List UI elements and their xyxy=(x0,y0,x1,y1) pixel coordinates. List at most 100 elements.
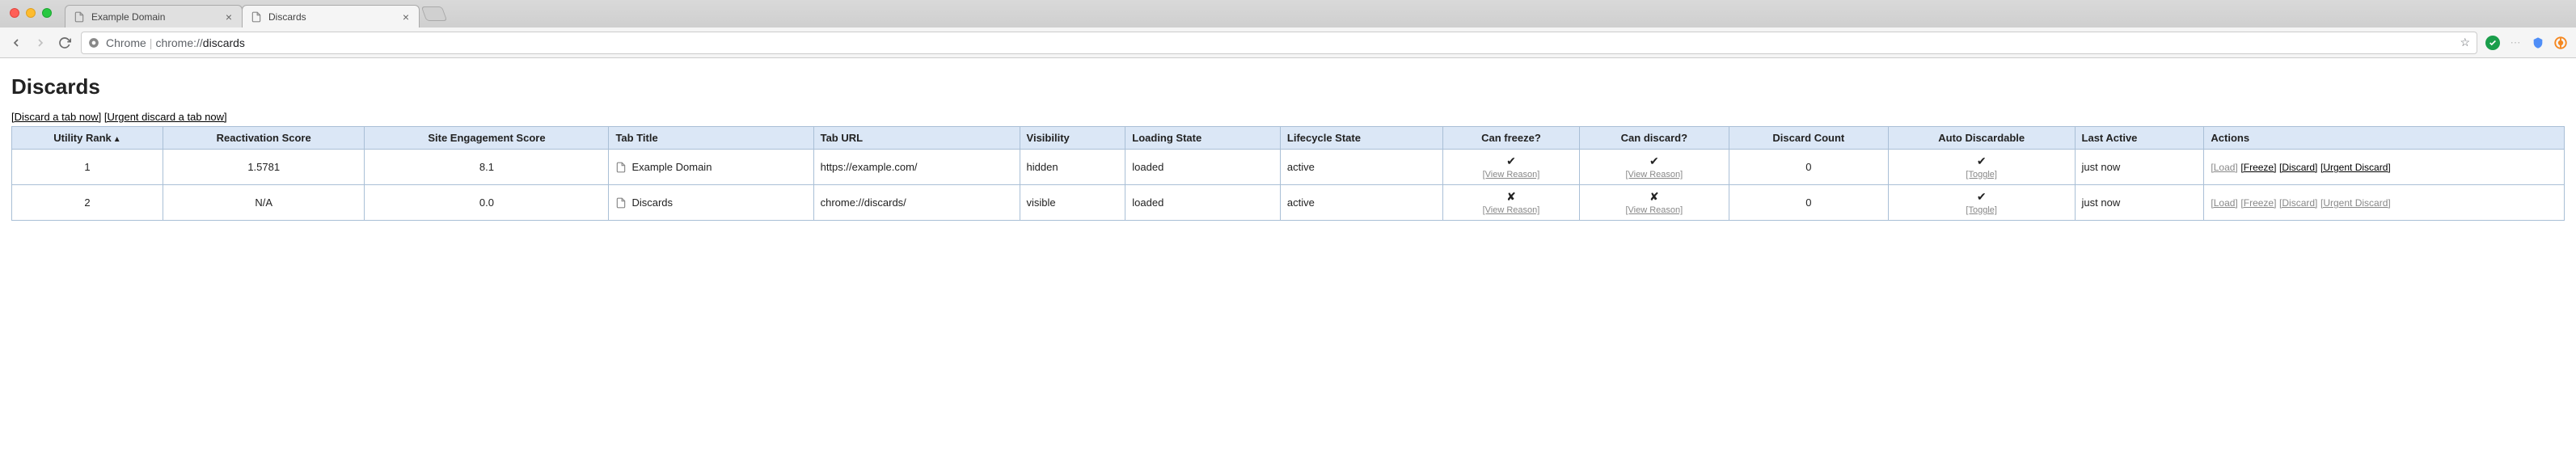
tab-title: Discards xyxy=(268,11,306,23)
cell-engagement: 0.0 xyxy=(365,185,609,221)
cell-title: Discards xyxy=(609,185,813,221)
top-action-links: [Discard a tab now] [Urgent discard a ta… xyxy=(11,111,2565,123)
view-reason-link[interactable]: [View Reason] xyxy=(1450,205,1573,215)
chrome-icon xyxy=(88,37,99,49)
cell-last-active: just now xyxy=(2075,185,2204,221)
toggle-link[interactable]: [Toggle] xyxy=(1895,170,2068,179)
bookmark-star-icon[interactable]: ☆ xyxy=(2460,36,2470,49)
extension-icon[interactable]: ⋯ xyxy=(2508,36,2523,50)
toolbar: Chrome | chrome://discards ☆ ⋯ xyxy=(0,27,2576,58)
maximize-window-button[interactable] xyxy=(42,8,52,18)
cell-auto-discardable: ✔ [Toggle] xyxy=(1888,150,2075,185)
view-reason-link[interactable]: [View Reason] xyxy=(1586,205,1722,215)
address-bar[interactable]: Chrome | chrome://discards ☆ xyxy=(81,32,2477,54)
cell-url: chrome://discards/ xyxy=(813,185,1020,221)
col-reactivation-score[interactable]: Reactivation Score xyxy=(163,127,365,150)
url-separator: | xyxy=(150,36,153,49)
check-icon: ✔ xyxy=(1649,154,1659,167)
col-auto-discardable[interactable]: Auto Discardable xyxy=(1888,127,2075,150)
browser-tab-1[interactable]: Discards × xyxy=(242,5,420,27)
col-site-engagement[interactable]: Site Engagement Score xyxy=(365,127,609,150)
url-path: discards xyxy=(203,36,245,49)
cell-last-active: just now xyxy=(2075,150,2204,185)
row-action-link: [Discard] xyxy=(2279,197,2317,209)
page-icon xyxy=(615,162,627,173)
urgent-discard-tab-now-link[interactable]: [Urgent discard a tab now] xyxy=(104,111,227,123)
cell-discard-count: 0 xyxy=(1729,185,1888,221)
col-actions[interactable]: Actions xyxy=(2204,127,2565,150)
cell-loading: loaded xyxy=(1125,150,1281,185)
row-action-link: [Load] xyxy=(2211,197,2237,209)
check-icon: ✔ xyxy=(1506,154,1516,167)
page-icon xyxy=(615,197,627,209)
row-action-link[interactable]: [Freeze] xyxy=(2240,162,2276,173)
cell-actions: [Load] [Freeze] [Discard] [Urgent Discar… xyxy=(2204,150,2565,185)
page-icon xyxy=(74,11,85,23)
col-loading-state[interactable]: Loading State xyxy=(1125,127,1281,150)
row-action-link[interactable]: [Discard] xyxy=(2279,162,2317,173)
col-tab-url[interactable]: Tab URL xyxy=(813,127,1020,150)
row-action-link: [Urgent Discard] xyxy=(2321,197,2391,209)
cell-url: https://example.com/ xyxy=(813,150,1020,185)
cell-auto-discardable: ✔ [Toggle] xyxy=(1888,185,2075,221)
col-discard-count[interactable]: Discard Count xyxy=(1729,127,1888,150)
discards-table: Utility Rank Reactivation Score Site Eng… xyxy=(11,126,2565,221)
view-reason-link[interactable]: [View Reason] xyxy=(1586,170,1722,179)
forward-button[interactable] xyxy=(32,35,49,51)
extension-icon[interactable] xyxy=(2531,36,2545,50)
check-icon: ✘ xyxy=(1649,190,1659,203)
cell-title: Example Domain xyxy=(609,150,813,185)
check-icon: ✔ xyxy=(1977,190,1987,203)
discard-tab-now-link[interactable]: [Discard a tab now] xyxy=(11,111,101,123)
extension-icon[interactable] xyxy=(2485,36,2500,50)
row-action-link[interactable]: [Urgent Discard] xyxy=(2321,162,2391,173)
cell-title-text: Discards xyxy=(631,196,673,209)
col-can-freeze[interactable]: Can freeze? xyxy=(1443,127,1580,150)
tab-strip: Example Domain × Discards × xyxy=(0,0,2576,27)
cell-can-freeze: ✘ [View Reason] xyxy=(1443,185,1580,221)
url-scheme: Chrome xyxy=(106,36,146,49)
browser-tab-0[interactable]: Example Domain × xyxy=(65,5,243,27)
col-can-discard[interactable]: Can discard? xyxy=(1579,127,1729,150)
cell-rank: 2 xyxy=(12,185,163,221)
tab-title: Example Domain xyxy=(91,11,165,23)
table-row: 1 1.5781 8.1 Example Domain https://exam… xyxy=(12,150,2565,185)
close-tab-button[interactable]: × xyxy=(224,11,234,23)
url-prefix: chrome:// xyxy=(155,36,202,49)
close-tab-button[interactable]: × xyxy=(401,11,411,23)
close-window-button[interactable] xyxy=(10,8,19,18)
minimize-window-button[interactable] xyxy=(26,8,36,18)
cell-lifecycle: active xyxy=(1280,185,1442,221)
check-icon: ✘ xyxy=(1506,190,1516,203)
cell-can-freeze: ✔ [View Reason] xyxy=(1443,150,1580,185)
col-lifecycle-state[interactable]: Lifecycle State xyxy=(1280,127,1442,150)
check-icon: ✔ xyxy=(1977,154,1987,167)
cell-can-discard: ✘ [View Reason] xyxy=(1579,185,1729,221)
col-last-active[interactable]: Last Active xyxy=(2075,127,2204,150)
row-action-link: [Load] xyxy=(2211,162,2237,173)
page-heading: Discards xyxy=(11,74,2565,99)
cell-visibility: visible xyxy=(1020,185,1125,221)
page-icon xyxy=(251,11,262,23)
toggle-link[interactable]: [Toggle] xyxy=(1895,205,2068,215)
extension-icon[interactable] xyxy=(2553,36,2568,50)
col-utility-rank[interactable]: Utility Rank xyxy=(12,127,163,150)
table-row: 2 N/A 0.0 Discards chrome://discards/ vi… xyxy=(12,185,2565,221)
cell-loading: loaded xyxy=(1125,185,1281,221)
window-controls xyxy=(10,8,52,18)
cell-title-text: Example Domain xyxy=(631,161,712,173)
browser-chrome: Example Domain × Discards × Chrome | chr… xyxy=(0,0,2576,58)
cell-reactivation: 1.5781 xyxy=(163,150,365,185)
cell-reactivation: N/A xyxy=(163,185,365,221)
page-content: Discards [Discard a tab now] [Urgent dis… xyxy=(0,58,2576,230)
cell-lifecycle: active xyxy=(1280,150,1442,185)
col-visibility[interactable]: Visibility xyxy=(1020,127,1125,150)
cell-engagement: 8.1 xyxy=(365,150,609,185)
cell-visibility: hidden xyxy=(1020,150,1125,185)
view-reason-link[interactable]: [View Reason] xyxy=(1450,170,1573,179)
col-tab-title[interactable]: Tab Title xyxy=(609,127,813,150)
reload-button[interactable] xyxy=(57,35,73,51)
new-tab-button[interactable] xyxy=(421,6,448,21)
cell-rank: 1 xyxy=(12,150,163,185)
back-button[interactable] xyxy=(8,35,24,51)
